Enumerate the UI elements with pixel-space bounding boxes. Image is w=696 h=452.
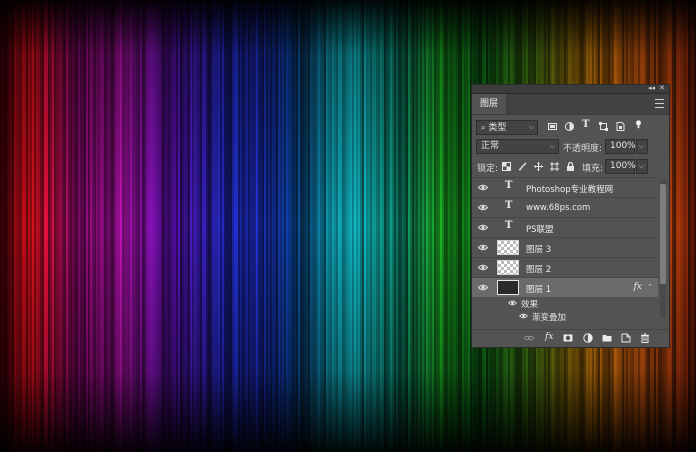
layer-thumbnail — [497, 260, 519, 275]
layer-name: Photoshop专业教程网 — [526, 185, 614, 195]
layer-row[interactable]: T Photoshop专业教程网 — [472, 177, 658, 197]
layer-row[interactable]: T www.68ps.com — [472, 197, 658, 217]
layer-thumbnail — [497, 240, 519, 255]
panel-tab-bar: 图层 — [472, 94, 669, 115]
opacity-value: 100% — [610, 141, 636, 151]
chevron-up-icon[interactable]: ⌃ — [647, 283, 653, 291]
lock-transparent-icon[interactable] — [502, 162, 511, 171]
smart-object-filter-icon[interactable] — [616, 122, 625, 131]
fill-input[interactable]: 100% — [605, 159, 636, 174]
layer-row[interactable]: 图层 3 — [472, 237, 658, 257]
type-filter-icon[interactable]: T — [582, 119, 589, 130]
lock-pixels-icon[interactable] — [518, 162, 527, 171]
new-layer-icon[interactable] — [621, 333, 631, 343]
filter-row: ⌕ 类型 ⌵ T — [472, 117, 669, 137]
lock-all-icon[interactable] — [566, 162, 575, 171]
search-icon: ⌕ — [481, 123, 486, 132]
new-group-icon[interactable] — [602, 333, 612, 343]
visibility-eye-icon[interactable] — [478, 204, 488, 211]
effect-item-row[interactable]: 渐变叠加 — [472, 310, 658, 323]
visibility-eye-icon[interactable] — [478, 224, 488, 231]
panel-title-strip[interactable]: ◂◂ ✕ — [472, 84, 669, 94]
layers-scrollbar[interactable] — [660, 180, 666, 318]
close-icon[interactable]: ✕ — [659, 84, 665, 93]
blend-mode-select[interactable]: 正常 ⌵ — [476, 139, 559, 154]
visibility-eye-icon[interactable] — [478, 284, 488, 291]
layer-thumbnail — [497, 280, 519, 295]
text-layer-icon: T — [505, 180, 513, 191]
chevron-down-icon: ⌵ — [528, 123, 534, 131]
effects-label: 效果 — [521, 300, 539, 310]
layer-row[interactable]: T PS联盟 — [472, 217, 658, 237]
collapse-icon[interactable]: ◂◂ — [648, 84, 655, 93]
lock-position-icon[interactable] — [534, 162, 543, 171]
link-layers-icon[interactable] — [524, 333, 534, 343]
layer-name: www.68ps.com — [526, 203, 591, 213]
new-adjustment-layer-icon[interactable] — [583, 333, 593, 343]
text-layer-icon: T — [505, 220, 513, 231]
layer-name: 图层 1 — [526, 285, 552, 295]
scrollbar-thumb[interactable] — [660, 184, 666, 284]
visibility-eye-icon[interactable] — [478, 264, 488, 271]
visibility-eye-icon[interactable] — [519, 313, 528, 319]
trash-icon[interactable] — [640, 333, 650, 343]
filter-kind-select[interactable]: ⌕ 类型 ⌵ — [476, 120, 538, 135]
visibility-eye-icon[interactable] — [478, 244, 488, 251]
layer-name: 图层 2 — [526, 265, 552, 275]
chevron-down-icon: ⌵ — [638, 162, 644, 170]
add-layer-style-button[interactable]: fx — [545, 332, 553, 342]
effect-item-label: 渐变叠加 — [532, 313, 567, 323]
fill-value: 100% — [610, 161, 636, 171]
text-layer-icon: T — [505, 200, 513, 211]
opacity-label: 不透明度: — [563, 144, 603, 154]
panel-menu-icon[interactable] — [655, 99, 664, 108]
layer-name: 图层 3 — [526, 245, 552, 255]
layers-panel: ◂◂ ✕ 图层 ⌕ 类型 ⌵ T 正常 ⌵ 不透明度: 100% ⌵ 锁定: 填… — [471, 84, 670, 348]
filter-toggle-icon[interactable] — [634, 120, 643, 129]
blend-mode-value: 正常 — [481, 141, 500, 151]
visibility-eye-icon[interactable] — [478, 184, 488, 191]
layer-list: T Photoshop专业教程网 T www.68ps.com T PS联盟 图… — [472, 177, 658, 323]
visibility-eye-icon[interactable] — [508, 300, 517, 306]
lock-label: 锁定: — [477, 164, 499, 174]
filter-kind-label: 类型 — [488, 123, 507, 133]
blend-row: 正常 ⌵ 不透明度: 100% ⌵ — [472, 137, 669, 157]
chevron-down-icon: ⌵ — [549, 142, 555, 150]
shape-filter-icon[interactable] — [599, 122, 608, 131]
lock-row: 锁定: 填充: 100% ⌵ — [472, 157, 669, 177]
layer-row[interactable]: 图层 2 — [472, 257, 658, 277]
opacity-dropdown[interactable]: ⌵ — [636, 139, 648, 154]
fill-dropdown[interactable]: ⌵ — [636, 159, 648, 174]
effects-row[interactable]: 效果 — [472, 297, 658, 310]
opacity-input[interactable]: 100% — [605, 139, 636, 154]
layer-effects-indicator[interactable]: fx — [634, 282, 642, 292]
image-filter-icon[interactable] — [548, 122, 557, 131]
lock-artboard-icon[interactable] — [550, 162, 559, 171]
add-mask-icon[interactable] — [563, 333, 573, 343]
layer-name: PS联盟 — [526, 225, 554, 235]
layer-row-selected[interactable]: 图层 1 fx ⌃ — [472, 277, 658, 297]
tab-layers[interactable]: 图层 — [472, 94, 508, 114]
chevron-down-icon: ⌵ — [638, 142, 644, 150]
panel-bottom-bar: fx — [472, 329, 669, 347]
fill-label: 填充: — [582, 164, 604, 174]
adjustment-filter-icon[interactable] — [565, 122, 574, 131]
